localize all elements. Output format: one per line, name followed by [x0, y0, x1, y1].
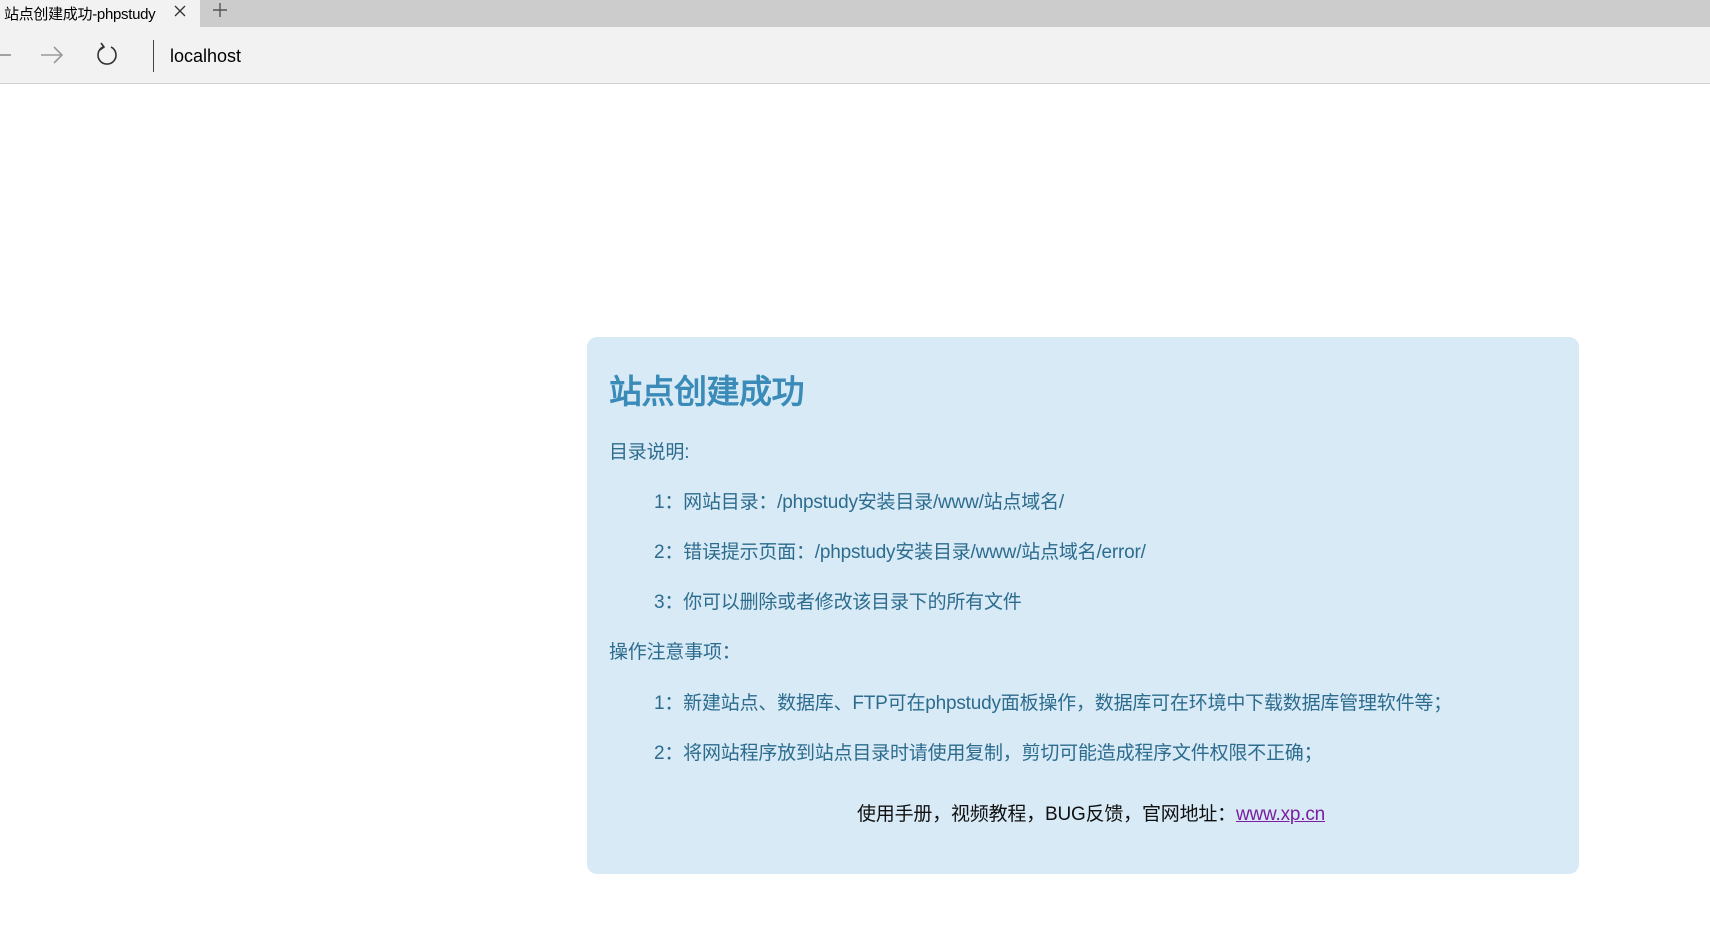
directory-item: 1：网站目录：/phpstudy安装目录/www/站点域名/ — [654, 492, 1064, 513]
navigation-bar: localhost — [0, 27, 1710, 84]
forward-arrow-icon[interactable] — [36, 39, 68, 71]
address-bar[interactable]: localhost — [170, 44, 241, 68]
browser-tab[interactable]: 站点创建成功-phpstudy — [0, 0, 200, 27]
tab-title: 站点创建成功-phpstudy — [4, 6, 156, 23]
page-title: 站点创建成功 — [609, 373, 805, 410]
notes-section-label: 操作注意事项： — [609, 642, 741, 663]
tab-strip: 站点创建成功-phpstudy — [0, 0, 1710, 27]
notes-item: 2：将网站程序放到站点目录时请使用复制，剪切可能造成程序文件权限不正确； — [654, 743, 1323, 764]
close-icon[interactable] — [170, 1, 190, 21]
refresh-icon[interactable] — [91, 39, 123, 71]
official-site-link[interactable]: www.xp.cn — [1236, 804, 1325, 825]
plus-icon[interactable] — [209, 0, 231, 20]
directory-section-label: 目录说明: — [609, 442, 690, 463]
footer: 使用手册，视频教程，BUG反馈，官网地址：www.xp.cn — [587, 799, 1579, 826]
directory-item: 2：错误提示页面：/phpstudy安装目录/www/站点域名/error/ — [654, 542, 1146, 563]
directory-item: 3：你可以删除或者修改该目录下的所有文件 — [654, 592, 1022, 613]
footer-text: 使用手册，视频教程，BUG反馈，官网地址： — [857, 804, 1236, 825]
back-arrow-icon[interactable] — [0, 39, 16, 71]
notes-item: 1：新建站点、数据库、FTP可在phpstudy面板操作，数据库可在环境中下载数… — [654, 693, 1452, 714]
address-divider — [153, 40, 154, 72]
success-card: 站点创建成功 目录说明: 1：网站目录：/phpstudy安装目录/www/站点… — [587, 337, 1579, 874]
